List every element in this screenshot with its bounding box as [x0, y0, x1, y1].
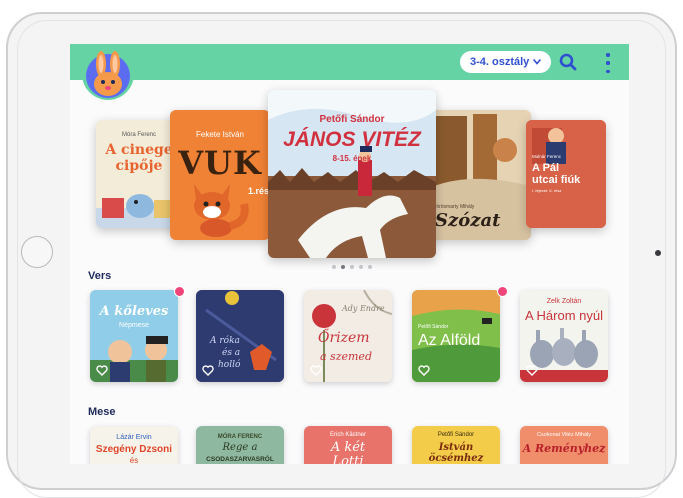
book-title: Lotti	[332, 454, 364, 464]
book-title: CSODASZARVASRÓL	[206, 456, 274, 463]
book-title: Szegény Dzsoni	[95, 444, 173, 455]
grade-select-label: 3-4. osztály	[470, 56, 530, 68]
book-title: Az Alföld	[418, 332, 481, 349]
more-dot	[606, 69, 610, 73]
book-author: Molnár Ferenc	[532, 154, 562, 159]
book-tile[interactable]: MÓRA FERENC Rege a CSODASZARVASRÓL	[196, 426, 284, 464]
carousel-item[interactable]: Petőfi Sándor JÁNOS VITÉZ 8-15. ének	[268, 90, 436, 258]
book-title: A Reményhez	[522, 442, 606, 455]
book-tile[interactable]: Ady Endre Őrizem a szemed	[304, 290, 392, 382]
book-tile[interactable]: Lázár Ervin Szegény Dzsoni és	[90, 426, 178, 464]
book-tile[interactable]: A kőleves Népmese	[90, 290, 178, 382]
book-title: A kőleves	[99, 304, 169, 319]
carousel-item[interactable]: Molnár Ferenc A Pál utcai fiúk I. fejeze…	[526, 120, 606, 228]
page-dot[interactable]	[359, 265, 363, 269]
new-badge	[174, 286, 185, 297]
carousel-item[interactable]: Vörösmarty Mihály Szózat	[425, 110, 531, 240]
book-title: A két	[330, 440, 366, 455]
book-title: A Három nyúl	[524, 308, 604, 323]
book-tile[interactable]: Petőfi Sándor István öcsémhez	[412, 426, 500, 464]
bunny-avatar[interactable]	[82, 48, 134, 100]
book-author: Petőfi Sándor	[319, 114, 385, 125]
camera-lens	[655, 250, 661, 256]
book-subtitle: Népmese	[119, 322, 149, 329]
new-badge	[497, 286, 508, 297]
book-title: és a	[222, 348, 241, 358]
book-title: István öcsémhez	[428, 442, 484, 464]
book-author: Petőfi Sándor	[437, 432, 475, 438]
book-title: utcai fiúk	[532, 174, 581, 186]
book-title: A Pál	[532, 162, 560, 174]
book-title: Őrizem	[318, 330, 370, 346]
section-title-vers: Vers	[88, 270, 112, 282]
book-author: Fekete István	[195, 130, 245, 139]
book-title: Szózat	[435, 210, 501, 231]
favorite-heart-icon[interactable]	[310, 365, 322, 376]
favorite-heart-icon[interactable]	[202, 365, 214, 376]
carousel-pagination[interactable]	[332, 265, 372, 269]
search-icon	[559, 53, 577, 71]
favorite-heart-icon[interactable]	[526, 365, 538, 376]
favorite-heart-icon[interactable]	[96, 365, 108, 376]
section-title-mese: Mese	[88, 406, 116, 418]
book-tile[interactable]: Csokonai Vitéz Mihály A Reményhez	[520, 426, 608, 464]
page-dot[interactable]	[368, 265, 372, 269]
book-title: A róka	[210, 336, 240, 346]
book-author: Zelk Zoltán	[546, 298, 582, 305]
page-dot[interactable]	[350, 265, 354, 269]
book-author: Csokonai Vitéz Mihály	[536, 432, 591, 438]
page-dot-active[interactable]	[341, 265, 345, 269]
book-title: és	[129, 456, 139, 464]
book-title: Rege a	[222, 442, 258, 453]
more-dot	[606, 61, 610, 65]
home-button[interactable]	[21, 236, 53, 268]
more-options-button[interactable]	[604, 53, 612, 73]
page-dot[interactable]	[332, 265, 336, 269]
book-tile[interactable]: A róka és a holló	[196, 290, 284, 382]
carousel-item[interactable]: Fekete István VUK 1.rész	[170, 110, 270, 240]
book-subtitle: I. fejezet. 6. rész	[532, 188, 562, 193]
app-screen: 3-4. osztály Móra Ferenc A cinege cipője	[70, 44, 629, 464]
bunny-icon	[86, 51, 130, 98]
fox-illustration	[194, 184, 249, 237]
grade-select[interactable]: 3-4. osztály	[460, 51, 552, 73]
book-author: Erich Kästner	[329, 432, 366, 438]
book-tile[interactable]: Zelk Zoltán A Három nyúl	[520, 290, 608, 382]
book-author: Lázár Ervin	[116, 434, 152, 441]
search-button[interactable]	[558, 52, 578, 72]
chevron-down-icon	[533, 57, 542, 67]
book-title: holló	[218, 360, 241, 370]
more-vertical-icon	[606, 53, 610, 57]
book-tile[interactable]: Petőfi Sándor Az Alföld	[412, 290, 500, 382]
book-subtitle: 8-15. ének	[332, 154, 372, 163]
book-author: Petőfi Sándor	[418, 324, 449, 330]
book-author: Ady Endre	[342, 304, 385, 313]
featured-carousel[interactable]: Móra Ferenc A cinege cipője Fekete Istvá…	[70, 90, 629, 270]
book-author: MÓRA FERENC	[217, 434, 263, 440]
book-title: JÁNOS VITÉZ	[283, 128, 421, 151]
favorite-heart-icon[interactable]	[418, 365, 430, 376]
book-tile[interactable]: Erich Kästner A két Lotti	[304, 426, 392, 464]
book-title: a szemed	[320, 350, 372, 363]
